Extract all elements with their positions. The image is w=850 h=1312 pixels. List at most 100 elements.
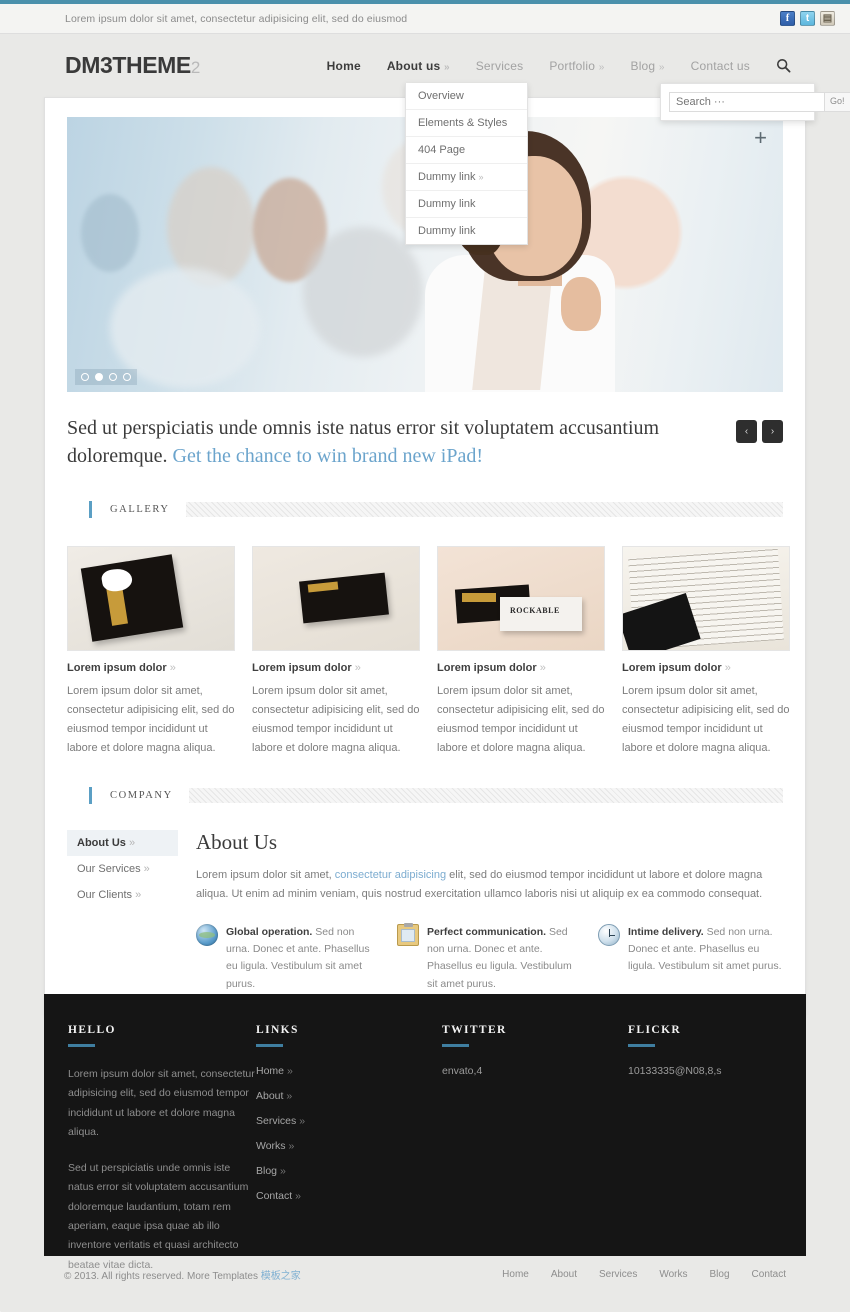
- gallery-item-desc: Lorem ipsum dolor sit amet, consectetur …: [622, 684, 790, 754]
- dropdown-item-404-page[interactable]: 404 Page: [406, 137, 527, 164]
- expand-plus-icon[interactable]: +: [754, 127, 767, 149]
- hero-dot-1[interactable]: [81, 373, 89, 381]
- feature-item-intime-delivery: Intime delivery. Sed non urna. Donec et …: [598, 923, 783, 993]
- footer-link-blog[interactable]: Blog »: [256, 1165, 442, 1177]
- sidebar-item-about-us[interactable]: About Us »: [67, 830, 178, 857]
- feature-list: Global operation. Sed non urna. Donec et…: [196, 922, 783, 993]
- copyright-text: © 2013. All rights reserved. More Templa…: [64, 1270, 261, 1282]
- bottom-nav: Home About Services Works Blog Contact: [502, 1269, 786, 1280]
- copyright-link[interactable]: 模板之家: [261, 1271, 301, 1282]
- nav-item-portfolio[interactable]: Portfolio »: [547, 55, 606, 77]
- footer-link-about[interactable]: About »: [256, 1090, 442, 1102]
- dropdown-item-dummy-link-3[interactable]: Dummy link: [406, 218, 527, 244]
- hero-dot-4[interactable]: [123, 373, 131, 381]
- sidebar-item-our-services-label: Our Services: [77, 863, 141, 876]
- search-input[interactable]: [669, 92, 824, 112]
- nav-item-about-us[interactable]: About us »: [385, 55, 452, 77]
- company-section-title: COMPANY: [110, 790, 173, 802]
- feature-item-perfect-communication: Perfect communication. Sed non urna. Don…: [397, 922, 582, 993]
- gallery-grid: Lorem ipsum dolor » Lorem ipsum dolor si…: [67, 545, 790, 758]
- dropdown-item-dummy-link-2-label: Dummy link: [418, 198, 476, 210]
- gallery-thumbnail[interactable]: [67, 545, 235, 651]
- dropdown-item-dummy-link-1[interactable]: Dummy link »: [406, 164, 527, 191]
- footer-link-works[interactable]: Works »: [256, 1140, 442, 1152]
- footer-link-about-label: About: [256, 1090, 284, 1102]
- chevron-right-icon: »: [279, 1165, 286, 1177]
- bottom-nav-contact[interactable]: Contact: [752, 1269, 786, 1280]
- hero-caption-row: Sed ut perspiciatis unde omnis iste natu…: [67, 414, 783, 471]
- chevron-right-icon: »: [724, 661, 731, 674]
- gallery-thumbnail[interactable]: [622, 545, 790, 651]
- gallery-item-title[interactable]: Lorem ipsum dolor »: [622, 662, 790, 674]
- nav-item-home[interactable]: Home: [325, 55, 363, 77]
- bottom-nav-home[interactable]: Home: [502, 1269, 529, 1280]
- gallery-item-title-text: Lorem ipsum dolor: [67, 661, 167, 674]
- gallery-thumbnail[interactable]: [252, 545, 420, 651]
- feature-text: Perfect communication. Sed non urna. Don…: [427, 924, 582, 993]
- dropdown-item-overview-label: Overview: [418, 90, 464, 102]
- dropdown-item-overview[interactable]: Overview: [406, 83, 527, 110]
- site-logo[interactable]: DM3THEME2: [65, 52, 200, 79]
- feature-text: Intime delivery. Sed non urna. Donec et …: [628, 924, 783, 993]
- gallery-item-title[interactable]: Lorem ipsum dolor »: [252, 662, 420, 674]
- hero-caption-link[interactable]: Get the chance to win brand new iPad!: [173, 445, 483, 467]
- sidebar-item-our-clients[interactable]: Our Clients »: [67, 882, 178, 908]
- gallery-item-desc: Lorem ipsum dolor sit amet, consectetur …: [252, 684, 420, 754]
- gallery-item[interactable]: ROCKABLE Lorem ipsum dolor » Lorem ipsum…: [437, 545, 605, 758]
- about-body-link[interactable]: consectetur adipisicing: [335, 869, 446, 881]
- gallery-item[interactable]: Lorem ipsum dolor » Lorem ipsum dolor si…: [67, 545, 235, 758]
- rss-icon[interactable]: ▤: [820, 11, 835, 26]
- footer-link-contact[interactable]: Contact »: [256, 1190, 442, 1202]
- main-nav: Home About us » Services Portfolio » Blo…: [325, 55, 792, 77]
- hero-next-button[interactable]: ›: [762, 420, 783, 443]
- about-us-body: Lorem ipsum dolor sit amet, consectetur …: [196, 866, 783, 903]
- clock-icon: [598, 923, 620, 946]
- gallery-item-title-text: Lorem ipsum dolor: [252, 661, 352, 674]
- gallery-item-title-text: Lorem ipsum dolor: [622, 661, 722, 674]
- gallery-item-title[interactable]: Lorem ipsum dolor »: [437, 662, 605, 674]
- logo-sub-text: 2: [190, 58, 200, 77]
- footer-heading-underline: [442, 1044, 469, 1047]
- dropdown-item-dummy-link-3-label: Dummy link: [418, 225, 476, 237]
- gallery-item-title-text: Lorem ipsum dolor: [437, 661, 537, 674]
- dropdown-item-elements-styles[interactable]: Elements & Styles: [406, 110, 527, 137]
- nav-item-contact-us[interactable]: Contact us: [689, 55, 752, 77]
- nav-item-services-label: Services: [475, 58, 524, 73]
- gallery-item[interactable]: Lorem ipsum dolor » Lorem ipsum dolor si…: [252, 545, 420, 758]
- bottom-nav-works[interactable]: Works: [659, 1269, 687, 1280]
- bottom-nav-services[interactable]: Services: [599, 1269, 637, 1280]
- company-side-nav: About Us » Our Services » Our Clients »: [67, 830, 178, 993]
- hero-caption: Sed ut perspiciatis unde omnis iste natu…: [67, 414, 736, 471]
- gallery-thumbnail[interactable]: ROCKABLE: [437, 545, 605, 651]
- dropdown-item-dummy-link-1-label: Dummy link: [418, 171, 476, 183]
- hero-dot-3[interactable]: [109, 373, 117, 381]
- facebook-icon[interactable]: f: [780, 11, 795, 26]
- footer-link-services[interactable]: Services »: [256, 1115, 442, 1127]
- twitter-icon[interactable]: t: [800, 11, 815, 26]
- site-footer: HELLO Lorem ipsum dolor sit amet, consec…: [44, 994, 806, 1271]
- footer-link-home[interactable]: Home »: [256, 1065, 442, 1077]
- search-icon[interactable]: [774, 57, 792, 75]
- dropdown-item-dummy-link-2[interactable]: Dummy link: [406, 191, 527, 218]
- topbar: Lorem ipsum dolor sit amet, consectetur …: [0, 4, 850, 34]
- hero-dot-2[interactable]: [95, 373, 103, 381]
- bottom-nav-about[interactable]: About: [551, 1269, 577, 1280]
- gallery-item[interactable]: Lorem ipsum dolor » Lorem ipsum dolor si…: [622, 545, 790, 758]
- chevron-right-icon: »: [295, 1190, 301, 1202]
- nav-item-about-us-label: About us: [386, 58, 441, 73]
- globe-icon: [196, 923, 218, 946]
- sidebar-item-our-services[interactable]: Our Services »: [67, 856, 178, 882]
- footer-heading-underline: [68, 1044, 95, 1047]
- footer-column-flickr: FLICKR 10133335@N08,8,s: [628, 1024, 782, 1275]
- footer-column-hello: HELLO Lorem ipsum dolor sit amet, consec…: [68, 1024, 256, 1275]
- footer-heading-underline: [628, 1044, 655, 1047]
- chevron-right-icon: »: [443, 61, 450, 73]
- gallery-item-title[interactable]: Lorem ipsum dolor »: [67, 662, 235, 674]
- bottom-nav-blog[interactable]: Blog: [710, 1269, 730, 1280]
- about-body-pre: Lorem ipsum dolor sit amet,: [196, 869, 335, 882]
- hero-prev-button[interactable]: ‹: [736, 420, 757, 443]
- about-us-panel: About Us Lorem ipsum dolor sit amet, con…: [196, 830, 783, 993]
- nav-item-services[interactable]: Services: [474, 55, 526, 77]
- nav-item-blog[interactable]: Blog »: [628, 55, 666, 77]
- search-go-button[interactable]: Go!: [824, 92, 850, 112]
